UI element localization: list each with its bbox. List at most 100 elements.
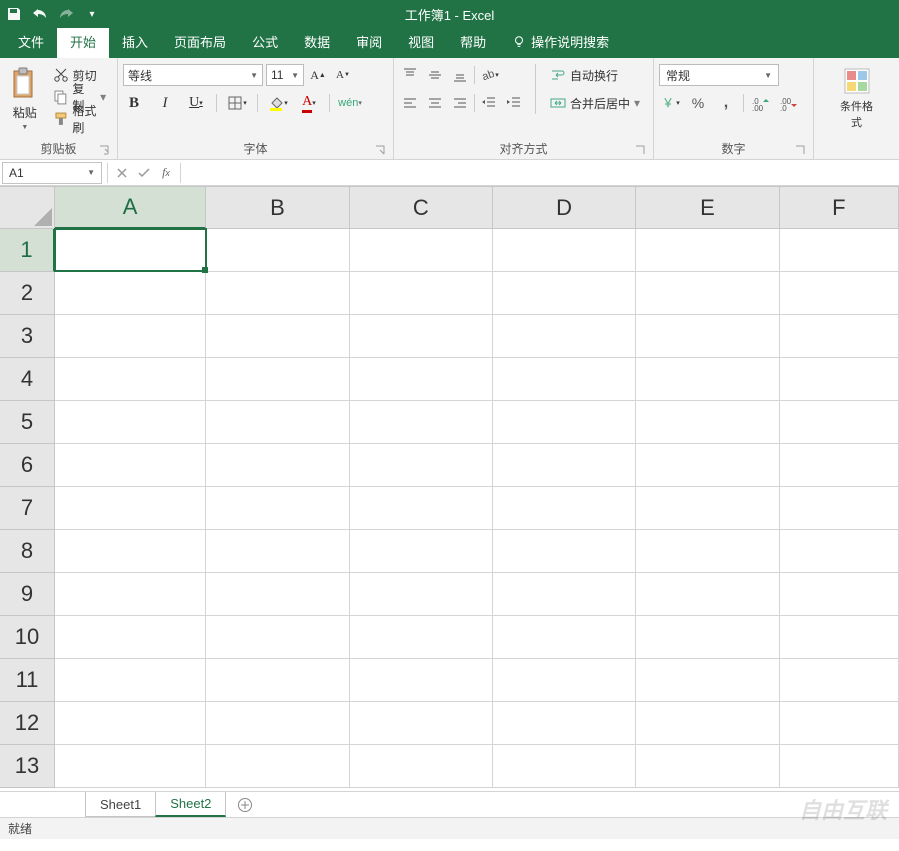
cell[interactable] <box>780 745 899 788</box>
cell[interactable] <box>780 444 899 487</box>
cancel-formula-button[interactable] <box>111 162 133 184</box>
cell[interactable] <box>636 573 779 616</box>
cell[interactable] <box>780 616 899 659</box>
row-header[interactable]: 8 <box>0 530 55 573</box>
fill-handle[interactable] <box>202 267 208 273</box>
row-header[interactable]: 6 <box>0 444 55 487</box>
cell[interactable] <box>206 272 349 315</box>
cell[interactable] <box>55 315 206 358</box>
row-header[interactable]: 2 <box>0 272 55 315</box>
tab-formulas[interactable]: 公式 <box>239 25 291 58</box>
select-all-corner[interactable] <box>0 187 55 229</box>
tab-view[interactable]: 视图 <box>395 25 447 58</box>
cell[interactable] <box>493 616 636 659</box>
cell[interactable] <box>636 315 779 358</box>
comma-button[interactable]: , <box>715 92 737 114</box>
cell[interactable] <box>206 487 349 530</box>
cell[interactable] <box>636 487 779 530</box>
cell[interactable] <box>636 745 779 788</box>
cell[interactable] <box>350 444 493 487</box>
cell[interactable] <box>206 702 349 745</box>
increase-decimal-button[interactable]: .0.00 <box>750 92 772 114</box>
row-header[interactable]: 7 <box>0 487 55 530</box>
row-header[interactable]: 9 <box>0 573 55 616</box>
column-header[interactable]: E <box>636 187 779 229</box>
font-color-button[interactable]: A▾ <box>298 92 320 114</box>
cell[interactable] <box>350 659 493 702</box>
cell[interactable] <box>206 444 349 487</box>
cell[interactable] <box>636 444 779 487</box>
cell[interactable] <box>350 401 493 444</box>
decrease-indent-button[interactable] <box>478 92 500 114</box>
cell[interactable] <box>636 272 779 315</box>
cell[interactable] <box>55 487 206 530</box>
column-header[interactable]: B <box>206 187 349 229</box>
row-header[interactable]: 5 <box>0 401 55 444</box>
tab-review[interactable]: 审阅 <box>343 25 395 58</box>
cell[interactable] <box>350 487 493 530</box>
underline-button[interactable]: U ▾ <box>185 92 207 114</box>
cell[interactable] <box>493 358 636 401</box>
dialog-launcher-icon[interactable] <box>634 144 646 156</box>
cell[interactable] <box>780 530 899 573</box>
row-header[interactable]: 10 <box>0 616 55 659</box>
align-top-button[interactable] <box>399 64 421 86</box>
cell[interactable] <box>206 745 349 788</box>
cell[interactable] <box>350 530 493 573</box>
cell[interactable] <box>493 401 636 444</box>
insert-function-button[interactable]: fx <box>155 162 177 184</box>
tab-home[interactable]: 开始 <box>57 25 109 58</box>
cell[interactable] <box>55 573 206 616</box>
row-header[interactable]: 1 <box>0 229 55 272</box>
cell[interactable] <box>493 444 636 487</box>
cell[interactable] <box>493 229 636 272</box>
sheet-tab[interactable]: Sheet1 <box>85 792 156 817</box>
cell[interactable] <box>636 530 779 573</box>
cell[interactable] <box>636 401 779 444</box>
decrease-font-button[interactable]: A▼ <box>332 64 354 86</box>
align-right-button[interactable] <box>449 92 471 114</box>
dialog-launcher-icon[interactable] <box>98 144 110 156</box>
cell[interactable] <box>493 487 636 530</box>
column-header[interactable]: D <box>493 187 636 229</box>
cell[interactable] <box>206 659 349 702</box>
cell[interactable] <box>350 745 493 788</box>
font-name-combo[interactable]: 等线▼ <box>123 64 263 86</box>
cell[interactable] <box>55 272 206 315</box>
bold-button[interactable]: B <box>123 92 145 114</box>
cell[interactable] <box>55 745 206 788</box>
cell[interactable] <box>636 358 779 401</box>
formula-input[interactable] <box>184 162 899 184</box>
cell[interactable] <box>350 315 493 358</box>
cell[interactable] <box>206 315 349 358</box>
cell[interactable] <box>493 530 636 573</box>
sheet-tab[interactable]: Sheet2 <box>155 792 226 817</box>
accounting-format-button[interactable]: ￥▾ <box>659 92 681 114</box>
column-header[interactable]: A <box>55 187 206 229</box>
font-size-combo[interactable]: 11▼ <box>266 64 304 86</box>
undo-icon[interactable] <box>32 6 48 22</box>
cell[interactable] <box>780 358 899 401</box>
redo-icon[interactable] <box>58 6 74 22</box>
cell[interactable] <box>55 401 206 444</box>
cell[interactable] <box>206 401 349 444</box>
cell[interactable] <box>780 315 899 358</box>
paste-button[interactable]: 粘贴 ▼ <box>5 64 45 134</box>
cell[interactable] <box>780 229 899 272</box>
cell[interactable] <box>350 616 493 659</box>
wrap-text-button[interactable]: 自动换行 <box>546 64 646 86</box>
row-header[interactable]: 13 <box>0 745 55 788</box>
percent-button[interactable]: % <box>687 92 709 114</box>
cell[interactable] <box>55 659 206 702</box>
orientation-button[interactable]: ab▾ <box>478 64 500 86</box>
row-header[interactable]: 4 <box>0 358 55 401</box>
cell[interactable] <box>636 229 779 272</box>
row-header[interactable]: 12 <box>0 702 55 745</box>
cell[interactable] <box>206 229 349 272</box>
cell[interactable] <box>636 659 779 702</box>
cell[interactable] <box>206 573 349 616</box>
align-left-button[interactable] <box>399 92 421 114</box>
cell[interactable] <box>55 358 206 401</box>
cell[interactable] <box>780 487 899 530</box>
row-header[interactable]: 3 <box>0 315 55 358</box>
